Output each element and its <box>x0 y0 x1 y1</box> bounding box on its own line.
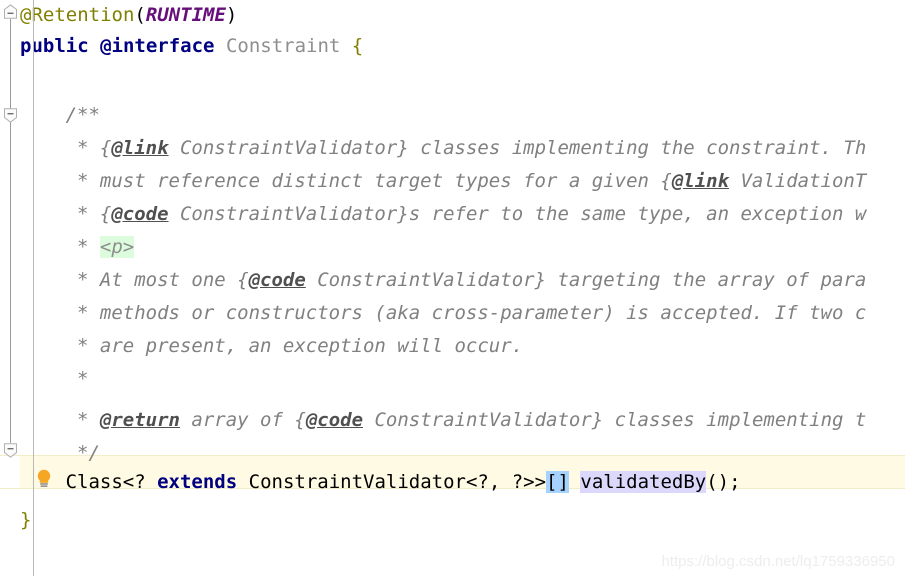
code-token: Constraint <box>225 35 341 57</box>
code-token: /** <box>65 104 100 126</box>
javadoc-tag[interactable]: @return <box>100 409 180 431</box>
code-token: ConstraintValidator} classes implementin… <box>168 137 867 159</box>
static-field-token[interactable]: RUNTIME <box>146 4 226 26</box>
code-token: ) <box>225 4 238 26</box>
annotation-token[interactable]: @Retention <box>20 4 134 26</box>
code-fold-toggle-icon[interactable] <box>3 108 18 123</box>
code-token: * <box>77 368 89 390</box>
javadoc-tag[interactable]: @link <box>672 170 729 192</box>
selected-text[interactable]: [] <box>546 471 569 493</box>
code-token: * must reference distinct target types f… <box>77 170 672 192</box>
line-javadoc-p[interactable]: * <p> <box>0 232 905 263</box>
code-token: ( <box>134 4 146 26</box>
code-token: ConstraintValidator<?, ?>> <box>237 471 547 493</box>
code-token: array of { <box>179 409 306 431</box>
keyword-token: extends <box>157 471 238 493</box>
code-token: */ <box>77 442 100 464</box>
javadoc-tag[interactable]: @code <box>249 269 306 291</box>
javadoc-tag[interactable]: @link <box>111 137 168 159</box>
javadoc-tag[interactable]: @code <box>111 203 168 225</box>
lightbulb-icon[interactable] <box>34 468 54 490</box>
code-token: * <box>77 236 100 258</box>
watermark-url: https://blog.csdn.net/lq1759336950 <box>661 553 895 570</box>
line-javadoc-5[interactable]: * methods or constructors (aka cross-par… <box>0 298 905 329</box>
line-javadoc-6[interactable]: * are present, an exception will occur. <box>0 331 905 362</box>
line-blank-1[interactable] <box>0 62 905 93</box>
keyword-token: public <box>20 35 89 57</box>
javadoc-tag[interactable]: @code <box>306 409 363 431</box>
code-token: ConstraintValidator}s refer to the same … <box>168 203 867 225</box>
code-token: * methods or constructors (aka cross-par… <box>77 302 867 324</box>
line-javadoc-2[interactable]: * must reference distinct target types f… <box>0 166 905 197</box>
code-token: ValidationT <box>729 170 867 192</box>
highlighted-identifier[interactable]: validatedBy <box>580 471 707 493</box>
line-javadoc-open[interactable]: /** <box>0 100 905 131</box>
javadoc-html-tag: <p> <box>99 236 135 258</box>
line-javadoc-3[interactable]: * {@code ConstraintValidator}s refer to … <box>0 199 905 230</box>
code-token: * At most one { <box>77 269 249 291</box>
line-interface-decl[interactable]: public @interface Constraint { <box>0 31 905 62</box>
line-javadoc-return[interactable]: * @return array of {@code ConstraintVali… <box>0 405 905 436</box>
code-fold-toggle-icon[interactable] <box>3 4 18 19</box>
code-token: * <box>77 409 100 431</box>
keyword-token: @interface <box>100 35 215 57</box>
code-token: ConstraintValidator} classes implementin… <box>363 409 867 431</box>
code-token: } <box>20 509 32 531</box>
code-token: * are present, an exception will occur. <box>77 335 524 357</box>
line-annotation-retention[interactable]: @Retention(RUNTIME) <box>0 0 905 31</box>
line-javadoc-close[interactable]: */ <box>0 438 905 469</box>
fold-line-class <box>10 19 11 443</box>
line-validatedby[interactable]: Class<? extends ConstraintValidator<?, ?… <box>0 467 905 498</box>
code-token: Class<? <box>65 471 158 493</box>
code-token: ConstraintValidator} targeting the array… <box>305 269 867 291</box>
code-token: * { <box>77 203 112 225</box>
code-token: * { <box>77 137 112 159</box>
line-javadoc-4[interactable]: * At most one {@code ConstraintValidator… <box>0 265 905 296</box>
code-editor[interactable]: @Retention(RUNTIME) public @interface Con… <box>0 0 905 576</box>
line-javadoc-1[interactable]: * {@link ConstraintValidator} classes im… <box>0 133 905 164</box>
code-fold-toggle-icon[interactable] <box>3 443 18 458</box>
line-closing-brace[interactable]: } <box>0 505 905 536</box>
code-token: { <box>351 35 364 57</box>
code-token: (); <box>706 471 741 493</box>
line-javadoc-7[interactable]: * <box>0 364 905 395</box>
